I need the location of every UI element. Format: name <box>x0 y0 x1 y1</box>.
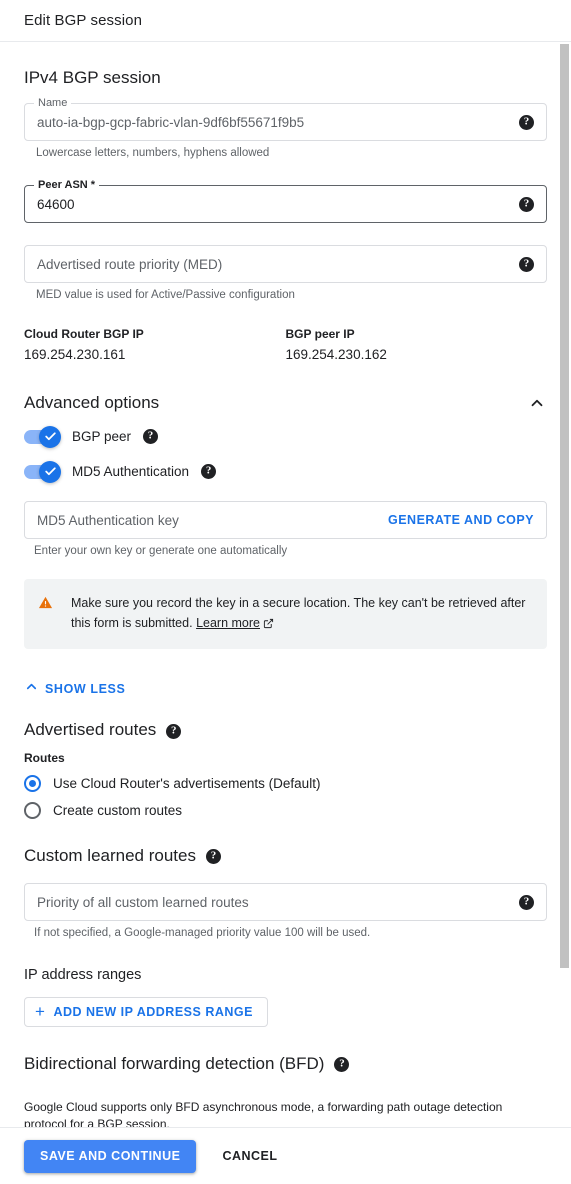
bgp-peer-ip-block: BGP peer IP 169.254.230.162 <box>286 325 548 365</box>
chevron-up-icon <box>24 679 39 699</box>
custom-learned-routes-priority-input[interactable]: Priority of all custom learned routes <box>37 895 511 910</box>
dialog-scroll-body: IPv4 BGP session Name auto-ia-bgp-gcp-fa… <box>0 43 571 1127</box>
radio-label: Create custom routes <box>53 803 183 818</box>
md5-key-warning-banner: Make sure you record the key in a secure… <box>24 579 547 649</box>
custom-learned-routes-priority-field[interactable]: Priority of all custom learned routes ? … <box>24 883 547 941</box>
help-icon[interactable]: ? <box>334 1056 350 1072</box>
med-field-hint: MED value is used for Active/Passive con… <box>36 289 295 301</box>
show-less-button[interactable]: SHOW LESS <box>24 679 125 699</box>
cloud-router-bgp-ip-value: 169.254.230.161 <box>24 347 126 362</box>
bgp-peer-toggle[interactable] <box>24 425 61 448</box>
help-icon[interactable]: ? <box>201 464 217 479</box>
warning-banner-text: Make sure you record the key in a secure… <box>71 593 531 635</box>
name-field-hint: Lowercase letters, numbers, hyphens allo… <box>36 147 270 159</box>
add-new-ip-address-range-button[interactable]: + ADD NEW IP ADDRESS RANGE <box>24 997 268 1027</box>
name-field-label: Name <box>34 97 72 109</box>
bfd-description: Google Cloud supports only BFD asynchron… <box>24 1100 503 1127</box>
bgp-peer-toggle-label: BGP peer <box>72 429 132 444</box>
help-icon[interactable]: ? <box>205 848 221 864</box>
radio-use-cloud-router-advertisements[interactable]: Use Cloud Router's advertisements (Defau… <box>24 775 547 792</box>
med-input[interactable]: Advertised route priority (MED) <box>37 257 511 272</box>
plus-icon: + <box>35 1001 46 1021</box>
add-new-ip-address-range-label: ADD NEW IP ADDRESS RANGE <box>53 1005 253 1019</box>
radio-button[interactable] <box>24 802 41 819</box>
dialog-header: Edit BGP session <box>0 0 571 42</box>
generate-and-copy-button[interactable]: GENERATE AND COPY <box>388 513 534 527</box>
advanced-options-heading: Advanced options <box>24 393 160 412</box>
advertised-routes-heading: Advertised routes <box>24 720 157 739</box>
page-title: Edit BGP session <box>24 12 143 29</box>
custom-learned-routes-heading: Custom learned routes <box>24 846 196 865</box>
edit-bgp-session-dialog: Edit BGP session IPv4 BGP session Name a… <box>0 0 571 1184</box>
radio-create-custom-routes[interactable]: Create custom routes <box>24 802 547 819</box>
ip-address-ranges-heading: IP address ranges <box>24 967 142 983</box>
help-icon[interactable]: ? <box>143 429 159 444</box>
scrollbar-thumb[interactable] <box>560 44 569 968</box>
bfd-heading: Bidirectional forwarding detection (BFD) <box>24 1054 325 1073</box>
bgp-peer-ip-label: BGP peer IP <box>285 327 355 341</box>
md5-key-input[interactable]: MD5 Authentication key <box>37 513 380 528</box>
advertised-routes-header: Advertised routes ? <box>24 719 547 747</box>
radio-label: Use Cloud Router's advertisements (Defau… <box>53 776 321 791</box>
help-icon[interactable]: ? <box>519 196 534 212</box>
cloud-router-bgp-ip-block: Cloud Router BGP IP 169.254.230.161 <box>24 325 286 365</box>
advanced-options-toggle[interactable]: Advanced options <box>24 365 547 413</box>
bfd-header: Bidirectional forwarding detection (BFD)… <box>24 1053 547 1075</box>
cancel-button[interactable]: CANCEL <box>214 1140 285 1173</box>
cloud-router-bgp-ip-label: Cloud Router BGP IP <box>24 327 144 341</box>
open-in-new-icon[interactable] <box>263 615 274 635</box>
ipv4-bgp-session-heading: IPv4 BGP session <box>24 68 161 87</box>
peer-asn-field-label: Peer ASN * <box>34 179 100 191</box>
bgp-peer-toggle-row[interactable]: BGP peer ? <box>24 425 547 448</box>
help-icon[interactable]: ? <box>166 723 182 739</box>
custom-learned-routes-priority-hint: If not specified, a Google-managed prior… <box>34 927 371 939</box>
dialog-footer: SAVE AND CONTINUE CANCEL <box>0 1127 571 1184</box>
toggle-knob <box>39 460 61 483</box>
vertical-scrollbar[interactable] <box>558 43 571 1127</box>
warning-banner-message: Make sure you record the key in a secure… <box>71 596 526 630</box>
bgp-ip-pair: Cloud Router BGP IP 169.254.230.161 BGP … <box>24 325 547 365</box>
md5-authentication-toggle[interactable] <box>24 460 61 483</box>
show-less-label: SHOW LESS <box>45 682 126 696</box>
help-icon[interactable]: ? <box>519 894 534 910</box>
help-icon[interactable]: ? <box>519 114 534 130</box>
peer-asn-field[interactable]: Peer ASN * 64600 ? <box>24 179 547 223</box>
routes-group-label: Routes <box>24 751 65 765</box>
md5-key-field[interactable]: MD5 Authentication key GENERATE AND COPY… <box>24 501 547 559</box>
save-and-continue-button[interactable]: SAVE AND CONTINUE <box>24 1139 197 1173</box>
med-field[interactable]: Advertised route priority (MED) ? MED va… <box>24 245 547 303</box>
md5-key-field-hint: Enter your own key or generate one autom… <box>34 545 288 557</box>
warning-triangle-icon <box>38 595 53 615</box>
learn-more-link[interactable]: Learn more <box>196 616 260 630</box>
bgp-peer-ip-value: 169.254.230.162 <box>285 347 387 362</box>
peer-asn-input[interactable]: 64600 <box>37 197 511 212</box>
md5-authentication-toggle-row[interactable]: MD5 Authentication ? <box>24 460 547 483</box>
help-icon[interactable]: ? <box>519 256 534 272</box>
chevron-up-icon[interactable] <box>527 393 547 413</box>
radio-button[interactable] <box>24 775 41 792</box>
custom-learned-routes-header: Custom learned routes ? <box>24 845 547 867</box>
name-field[interactable]: Name auto-ia-bgp-gcp-fabric-vlan-9df6bf5… <box>24 97 547 161</box>
name-input[interactable]: auto-ia-bgp-gcp-fabric-vlan-9df6bf55671f… <box>37 115 511 130</box>
md5-authentication-toggle-label: MD5 Authentication <box>72 464 190 479</box>
toggle-knob <box>39 425 61 448</box>
